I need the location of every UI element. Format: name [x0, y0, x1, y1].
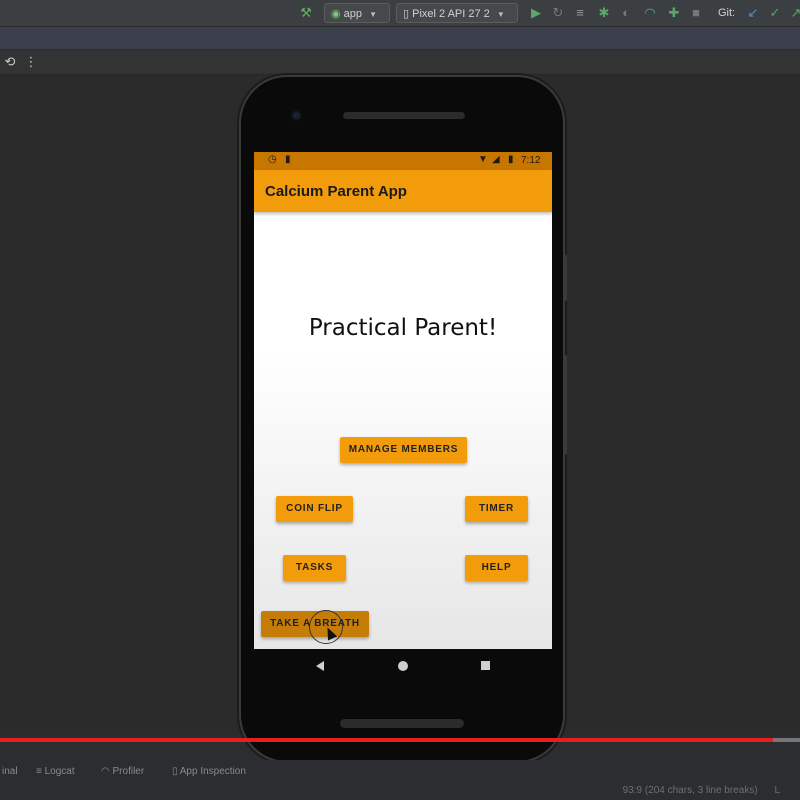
- profiler-tab-label: Profiler: [112, 766, 145, 777]
- logcat-tab[interactable]: ≡ Logcat: [36, 766, 75, 777]
- wifi-icon: ▼: [478, 154, 488, 165]
- headline: Practical Parent!: [308, 315, 498, 341]
- recents-icon[interactable]: [481, 661, 490, 670]
- app-bar: Calcium Parent App: [254, 170, 552, 212]
- video-progress-fill: [0, 738, 773, 742]
- rerun-icon[interactable]: ↻: [550, 5, 566, 21]
- ide-toolbar: ⚒ ◉ app ▼ ▯ Pixel 2 API 27 2 ▼ ▶ ↻ ≡ ✱ ◐…: [0, 0, 800, 27]
- more-options-icon[interactable]: ⋮: [23, 54, 39, 70]
- app-inspection-tab[interactable]: ▯ App Inspection: [172, 766, 246, 777]
- device-dropdown[interactable]: ▯ Pixel 2 API 27 2 ▼: [396, 3, 518, 23]
- battery-icon: ▮: [508, 154, 514, 165]
- vcs-commit-icon[interactable]: ✓: [767, 5, 783, 21]
- ide-bottom-toolbar: inal ≡ Logcat ◠ Profiler ▯ App Inspectio…: [0, 760, 800, 800]
- app-inspection-icon: ▯: [172, 766, 178, 777]
- caret-status-text: 93:9 (204 chars, 3 line breaks): [622, 785, 758, 796]
- device-label: Pixel 2 API 27 2: [412, 8, 490, 20]
- coverage-icon[interactable]: ◐: [618, 5, 634, 21]
- device-icon: ▯: [403, 8, 410, 20]
- timer-icon: ◷: [268, 154, 277, 165]
- back-icon[interactable]: [316, 661, 324, 671]
- video-progress-bar[interactable]: [0, 738, 800, 742]
- apply-changes-icon[interactable]: ≡: [572, 5, 588, 21]
- home-icon[interactable]: [398, 661, 408, 671]
- manage-members-button[interactable]: MANAGE MEMBERS: [340, 437, 467, 463]
- chevron-down-icon: ▼: [496, 10, 505, 19]
- vcs-label: Git:: [718, 7, 736, 19]
- ide-tool-row: ⟲ ⋮: [0, 50, 800, 75]
- logcat-tab-label: Logcat: [44, 766, 75, 777]
- build-hammer-icon[interactable]: ⚒: [298, 5, 314, 21]
- stop-icon[interactable]: ■: [688, 5, 704, 21]
- navigation-bar: [254, 656, 552, 678]
- vcs-push-icon[interactable]: ↗: [788, 5, 800, 21]
- timer-button[interactable]: TIMER: [465, 496, 528, 522]
- app-inspection-tab-label: App Inspection: [179, 766, 246, 777]
- logcat-icon: ≡: [36, 766, 42, 777]
- run-config-label: app: [343, 8, 363, 20]
- run-icon[interactable]: ▶: [528, 5, 544, 21]
- chevron-down-icon: ▼: [369, 10, 378, 19]
- attach-debugger-icon[interactable]: ✚: [666, 5, 682, 21]
- history-icon[interactable]: ⟲: [2, 54, 18, 70]
- app-title: Calcium Parent App: [265, 183, 407, 200]
- sd-card-icon: ▮: [285, 154, 291, 165]
- tasks-button[interactable]: TASKS: [283, 555, 346, 581]
- status-bar: ◷ ▮ ▼ ◢ ▮ 7:12: [254, 152, 552, 170]
- run-config-dropdown[interactable]: ◉ app ▼: [324, 3, 390, 23]
- help-button[interactable]: HELP: [465, 555, 528, 581]
- profiler-icon: ◠: [101, 766, 110, 777]
- ide-tab-bar: [0, 27, 800, 49]
- bottom-speaker: [340, 719, 464, 728]
- power-button[interactable]: [563, 255, 567, 301]
- signal-icon: ◢: [492, 154, 500, 165]
- vcs-update-icon[interactable]: ↙: [745, 5, 761, 21]
- status-suffix: L: [774, 785, 780, 796]
- phone-screen: ◷ ▮ ▼ ◢ ▮ 7:12 Calcium Parent App Practi…: [254, 152, 552, 649]
- front-camera: [291, 110, 302, 121]
- profiler-icon[interactable]: ◠: [642, 5, 658, 21]
- top-speaker: [343, 112, 465, 119]
- debug-icon[interactable]: ✱: [596, 5, 612, 21]
- terminal-tab[interactable]: inal: [2, 766, 18, 777]
- volume-button[interactable]: [563, 355, 567, 455]
- coin-flip-button[interactable]: COIN FLIP: [276, 496, 353, 522]
- caret-position-status: 93:9 (204 chars, 3 line breaks) L: [623, 785, 780, 796]
- status-time: 7:12: [521, 155, 541, 166]
- profiler-tab[interactable]: ◠ Profiler: [101, 766, 144, 777]
- android-icon: ◉: [331, 8, 341, 20]
